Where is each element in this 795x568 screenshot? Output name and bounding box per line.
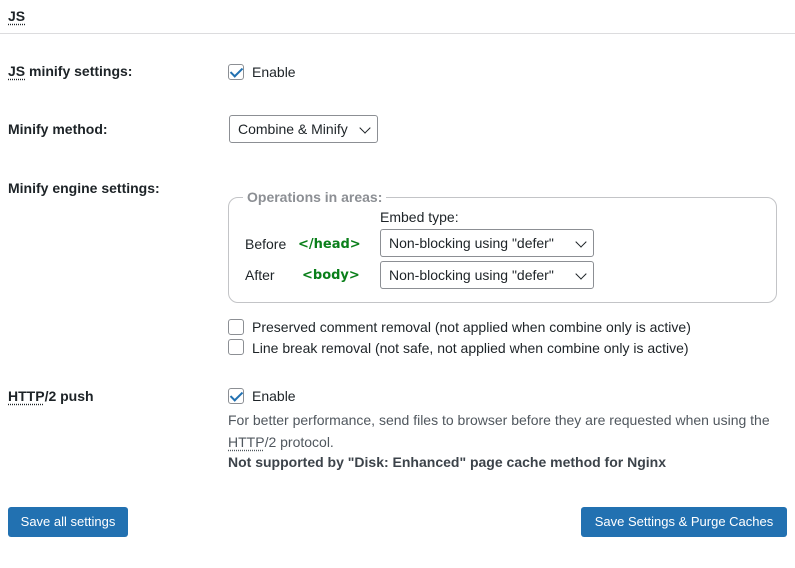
js-minify-enable-label[interactable]: Enable [252, 64, 296, 80]
before-embed-type-value: Non-blocking using "defer" [389, 235, 554, 251]
http2-push-enable-label[interactable]: Enable [252, 388, 296, 404]
http2-push-label: HTTP/2 push [8, 388, 94, 404]
js-minify-label: JS minify settings: [8, 63, 133, 79]
line-break-removal-checkbox[interactable] [228, 339, 244, 355]
preserved-comment-removal-label[interactable]: Preserved comment removal (not applied w… [252, 319, 691, 335]
section-title: JS [8, 8, 26, 24]
before-embed-type-select[interactable]: Non-blocking using "defer" [380, 229, 594, 257]
after-embed-type-value: Non-blocking using "defer" [389, 267, 554, 283]
body-tag-label: <body> [302, 268, 360, 283]
save-and-purge-caches-button[interactable]: Save Settings & Purge Caches [581, 507, 787, 537]
chevron-down-icon [359, 122, 371, 134]
js-minify-enable-checkbox[interactable] [228, 64, 244, 80]
http-abbr: HTTP [228, 434, 265, 450]
http-abbr: HTTP [8, 388, 45, 404]
js-abbr: JS [8, 63, 26, 79]
after-embed-type-select[interactable]: Non-blocking using "defer" [380, 261, 594, 289]
nginx-not-supported-note: Not supported by "Disk: Enhanced" page c… [228, 454, 666, 470]
http2-push-enable-checkbox[interactable] [228, 388, 244, 404]
minify-engine-label: Minify engine settings: [8, 180, 160, 196]
after-area-label: After [245, 267, 275, 283]
operations-legend: Operations in areas: [243, 189, 387, 205]
head-tag-label: </head> [298, 237, 361, 252]
chevron-down-icon [575, 268, 587, 280]
before-area-label: Before [245, 236, 287, 252]
http2-description: For better performance, send files to br… [228, 412, 770, 450]
minify-method-value: Combine & Minify [238, 121, 348, 137]
chevron-down-icon [575, 236, 587, 248]
minify-method-select[interactable]: Combine & Minify [229, 115, 378, 143]
save-all-settings-button[interactable]: Save all settings [8, 507, 128, 537]
section-divider [0, 33, 795, 34]
minify-method-label: Minify method: [8, 121, 108, 137]
embed-type-label: Embed type: [380, 209, 459, 225]
preserved-comment-removal-checkbox[interactable] [228, 319, 244, 335]
line-break-removal-label[interactable]: Line break removal (not safe, not applie… [252, 340, 689, 356]
